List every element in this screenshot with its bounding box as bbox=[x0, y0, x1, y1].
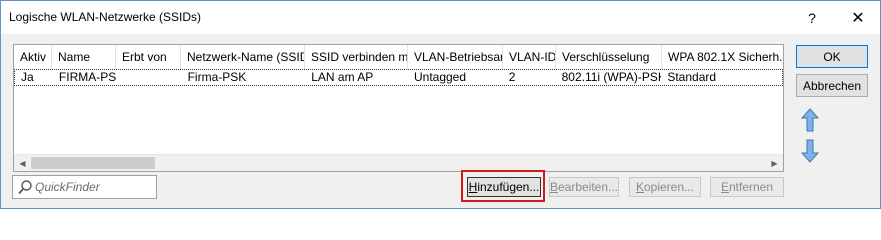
ok-button[interactable]: OK bbox=[796, 45, 868, 68]
scroll-left-icon[interactable]: ◀ bbox=[14, 155, 31, 171]
move-up-icon[interactable] bbox=[798, 107, 822, 133]
search-icon bbox=[17, 179, 33, 195]
title-bar: Logische WLAN-Netzwerke (SSIDs) ? ✕ bbox=[1, 1, 880, 34]
table-header: Aktiv Name Erbt von Netzwerk-Name (SSID)… bbox=[14, 45, 783, 69]
cell-vlan-id: 2 bbox=[508, 70, 516, 84]
column-header-vlan-id[interactable]: VLAN-ID bbox=[503, 45, 556, 69]
cell-wpa-sicherheitsstufe: Standard bbox=[667, 70, 717, 84]
cell-verschluesselung: 802.11i (WPA)-PSK bbox=[561, 70, 662, 84]
horizontal-scrollbar[interactable]: ◀ ▶ bbox=[14, 154, 783, 171]
cell-aktiv: Ja bbox=[21, 70, 34, 84]
scroll-right-icon[interactable]: ▶ bbox=[766, 155, 783, 171]
dialog-title: Logische WLAN-Netzwerke (SSIDs) bbox=[9, 10, 202, 24]
column-header-erbt-von[interactable]: Erbt von bbox=[116, 45, 181, 69]
close-button[interactable]: ✕ bbox=[835, 1, 881, 34]
copy-button-label: opieren... bbox=[643, 180, 695, 194]
dialog-window: Logische WLAN-Netzwerke (SSIDs) ? ✕ Akti… bbox=[0, 0, 881, 209]
quickfinder-input[interactable] bbox=[35, 178, 153, 196]
cell-ssid: Firma-PSK bbox=[187, 70, 247, 84]
copy-button[interactable]: Kopieren... bbox=[629, 177, 701, 197]
edit-button-label: earbeiten... bbox=[557, 180, 619, 194]
help-button[interactable]: ? bbox=[789, 1, 835, 34]
column-header-wpa-sicherheitsstufe[interactable]: WPA 802.1X Sicherh.stufe bbox=[662, 45, 783, 69]
edit-button[interactable]: Bearbeiten... bbox=[549, 177, 619, 197]
column-header-ssid[interactable]: Netzwerk-Name (SSID) bbox=[181, 45, 305, 69]
scrollbar-thumb[interactable] bbox=[31, 157, 155, 169]
column-header-name[interactable]: Name bbox=[52, 45, 116, 69]
ssid-table[interactable]: Aktiv Name Erbt von Netzwerk-Name (SSID)… bbox=[13, 44, 784, 172]
edit-button-mnemonic: B bbox=[549, 180, 558, 194]
cell-erbt-von bbox=[117, 70, 182, 85]
remove-button-mnemonic: E bbox=[720, 180, 729, 194]
quickfinder-box bbox=[12, 175, 157, 199]
column-header-ssid-verbinden[interactable]: SSID verbinden mit bbox=[305, 45, 408, 69]
move-down-icon[interactable] bbox=[798, 138, 822, 164]
highlight-box bbox=[461, 170, 545, 202]
table-row[interactable]: Ja FIRMA-PSK Firma-PSK LAN am AP Untagge… bbox=[14, 69, 783, 86]
remove-button[interactable]: Entfernen bbox=[710, 177, 784, 197]
column-header-aktiv[interactable]: Aktiv bbox=[14, 45, 52, 69]
dialog-content: Aktiv Name Erbt von Netzwerk-Name (SSID)… bbox=[1, 34, 880, 208]
remove-button-label: ntfernen bbox=[728, 180, 774, 194]
column-header-verschluesselung[interactable]: Verschlüsselung bbox=[556, 45, 662, 69]
column-header-vlan-betriebsart[interactable]: VLAN-Betriebsart bbox=[408, 45, 503, 69]
cell-name: FIRMA-PSK bbox=[58, 70, 117, 84]
copy-button-mnemonic: K bbox=[635, 180, 644, 194]
cancel-button[interactable]: Abbrechen bbox=[796, 74, 868, 97]
cell-vlan-betriebsart: Untagged bbox=[413, 70, 467, 84]
cell-ssid-verbinden: LAN am AP bbox=[311, 70, 374, 84]
